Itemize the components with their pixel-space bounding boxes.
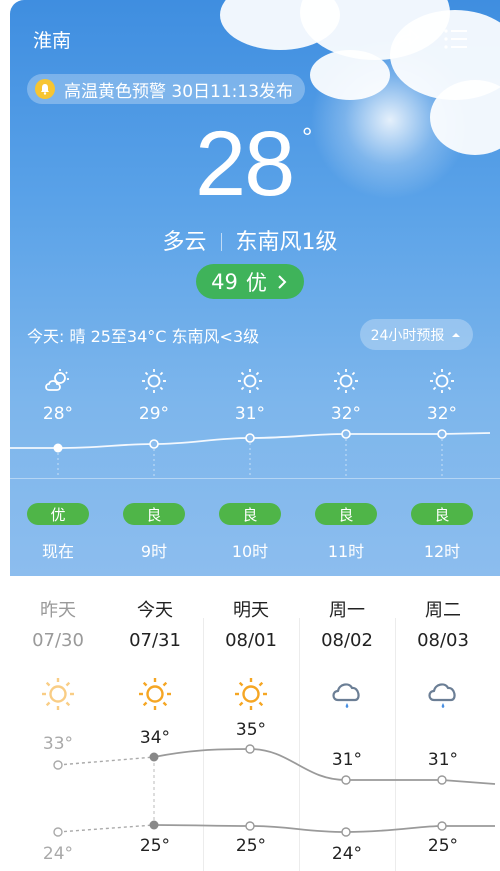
high-point (341, 775, 351, 785)
share-icon (394, 29, 419, 49)
aqi-level: 优 (245, 270, 267, 295)
weather-screen: 淮南 高温黄色预警 30日11:13发布 28 ° 多云 东南风1级 49 优 (0, 0, 500, 871)
day-date: 08/02 (321, 630, 373, 651)
rain-cloud-icon (332, 683, 360, 708)
hourly-temp-curve (10, 429, 491, 478)
weather-condition: 多云 (162, 230, 207, 255)
hour-label: 12时 (423, 542, 461, 561)
day-date: 08/01 (225, 630, 277, 651)
high-point (437, 775, 447, 785)
sun-icon (430, 369, 454, 393)
low-point (245, 821, 255, 831)
air-quality-badge: 优 (27, 503, 89, 525)
hour-label: 11时 (327, 542, 365, 561)
daily-temp-curves (53, 744, 496, 837)
high-point (53, 760, 63, 770)
day-name[interactable]: 周一 (299, 596, 395, 622)
sun-icon (139, 678, 171, 710)
hour-label: 10时 (231, 542, 269, 561)
condition-row: 多云 东南风1级 (0, 224, 500, 256)
hour-label: 9时 (140, 542, 168, 561)
list-menu-icon (444, 29, 467, 49)
hourly-divider (10, 478, 500, 479)
day-name[interactable]: 昨天 (10, 596, 106, 622)
low-point-today (149, 820, 159, 830)
menu-button[interactable] (442, 26, 470, 52)
day-name[interactable]: 周二 (395, 596, 491, 622)
hour-icon-0 (18, 368, 98, 398)
aqi-value: 49 (211, 269, 238, 294)
low-temp: 24° (42, 844, 74, 864)
hour-point (341, 429, 351, 439)
low-temp: 25° (235, 836, 267, 856)
hour-label: 现在 (41, 542, 74, 561)
low-point (341, 827, 351, 837)
sun-icon (238, 369, 262, 393)
rain-cloud-icon (428, 683, 456, 708)
air-quality-badge: 良 (411, 503, 473, 525)
air-quality-badge: 良 (315, 503, 377, 525)
high-point-today (149, 752, 159, 762)
share-button[interactable] (392, 26, 420, 52)
city-name[interactable]: 淮南 (33, 26, 71, 53)
low-temp: 25° (427, 836, 459, 856)
low-point (437, 821, 447, 831)
chevron-right-icon (278, 274, 287, 289)
low-temp: 24° (331, 844, 363, 864)
high-temp: 35° (235, 720, 267, 740)
hour-point (245, 433, 255, 443)
divider (220, 233, 222, 251)
high-point (245, 744, 255, 754)
today-summary: 今天: 晴 25至34°C 东南风<3级 (27, 327, 260, 346)
sun-icon (235, 678, 267, 710)
cloud-decoration (310, 50, 390, 100)
partly-cloudy-sun-icon (45, 369, 69, 391)
hour-icon-3 (306, 368, 386, 398)
day-date: 08/03 (417, 630, 469, 651)
air-quality-badge: 良 (123, 503, 185, 525)
aqi-button[interactable]: 49 优 (196, 264, 304, 299)
sun-icon (42, 678, 74, 710)
low-point (53, 827, 63, 837)
current-temperature: 28 (195, 113, 295, 215)
24h-forecast-button[interactable]: 24小时预报 (360, 319, 473, 350)
low-temp: 25° (139, 836, 171, 856)
wind-info: 东南风1级 (235, 230, 338, 255)
caret-up-icon (452, 332, 461, 337)
heat-warning-alert[interactable]: 高温黄色预警 30日11:13发布 (27, 74, 306, 104)
day-name[interactable]: 明天 (203, 596, 299, 622)
hour-point-now (53, 443, 63, 453)
sun-icon (142, 369, 166, 393)
hour-icon-2 (210, 368, 290, 398)
sun-icon (334, 369, 358, 393)
air-quality-badge: 良 (219, 503, 281, 525)
day-date: 07/31 (129, 630, 181, 651)
alert-text: 高温黄色预警 30日11:13发布 (64, 81, 294, 102)
bell-icon (35, 79, 55, 99)
hour-icon-1 (114, 368, 194, 398)
day-name[interactable]: 今天 (107, 596, 203, 622)
degree-symbol: ° (302, 122, 313, 152)
hour-point (437, 429, 447, 439)
forecast-button-label: 24小时预报 (370, 327, 445, 344)
day-date: 07/30 (32, 630, 84, 651)
hour-point (149, 439, 159, 449)
hour-icon-4 (402, 368, 482, 398)
